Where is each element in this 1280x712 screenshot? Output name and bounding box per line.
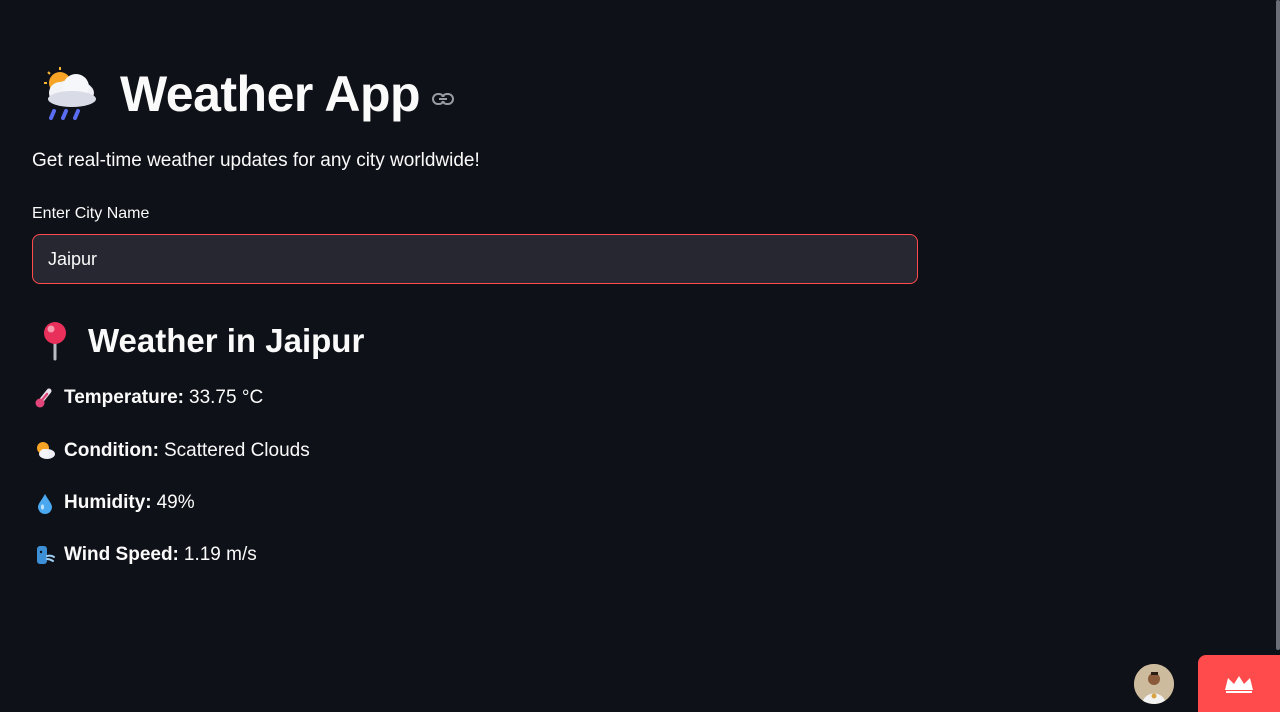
temperature-row: Temperature: 33.75 °C xyxy=(34,385,263,411)
scrollbar[interactable] xyxy=(1276,0,1280,650)
wind-face-icon xyxy=(37,546,55,564)
page-subtitle: Get real-time weather updates for any ci… xyxy=(32,150,480,171)
wind-speed-value: 1.19 m/s xyxy=(183,544,257,565)
link-icon[interactable] xyxy=(432,92,455,106)
city-input-label: Enter City Name xyxy=(32,205,150,222)
pin-icon xyxy=(44,322,66,361)
page-title: Weather App xyxy=(120,66,421,122)
title-row: Weather App xyxy=(38,60,455,128)
droplet-icon xyxy=(38,494,52,514)
app-page: Weather App Get real-time weather update… xyxy=(0,0,1280,712)
weather-title: Weather in Jaipur xyxy=(88,322,365,359)
condition-row: Condition: Scattered Clouds xyxy=(34,438,310,464)
condition-label: Condition: xyxy=(64,440,159,461)
user-avatar[interactable] xyxy=(1134,664,1174,704)
humidity-value: 49% xyxy=(156,492,195,513)
wind-speed-label: Wind Speed: xyxy=(64,544,179,565)
cloud-rain-sun-icon xyxy=(44,67,96,120)
streamlit-crown-icon xyxy=(1225,675,1253,693)
user-avatar-icon xyxy=(1134,664,1174,704)
temperature-value: 33.75 °C xyxy=(189,387,264,408)
humidity-label: Humidity: xyxy=(64,492,152,513)
temperature-label: Temperature: xyxy=(64,387,185,408)
weather-heading: Weather in Jaipur xyxy=(38,318,364,364)
sun-behind-cloud-icon xyxy=(37,442,55,459)
thermometer-icon xyxy=(35,388,52,408)
condition-value: Scattered Clouds xyxy=(163,440,310,461)
city-input[interactable] xyxy=(32,234,918,284)
streamlit-badge[interactable] xyxy=(1198,655,1280,712)
humidity-row: Humidity: 49% xyxy=(34,490,195,516)
wind-speed-row: Wind Speed: 1.19 m/s xyxy=(34,542,257,568)
